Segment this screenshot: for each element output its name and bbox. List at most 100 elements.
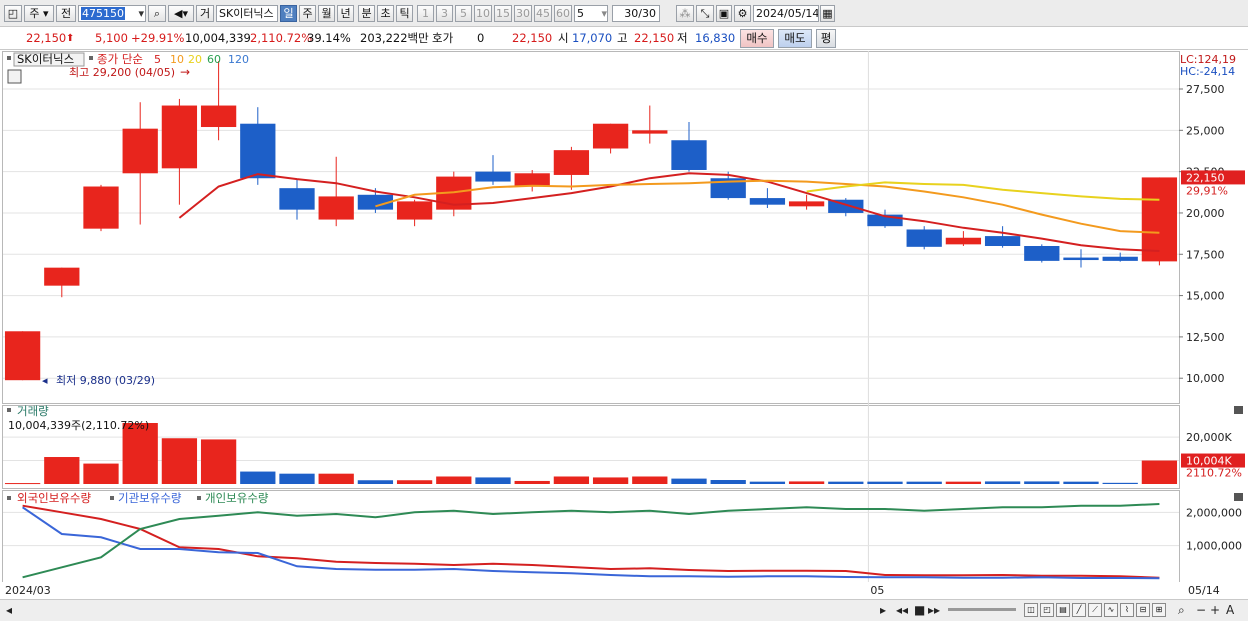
minute-5-button[interactable]: 5 xyxy=(455,5,472,22)
period-tick-tab[interactable]: 틱 xyxy=(396,5,413,22)
minute-30-button[interactable]: 30 xyxy=(514,5,532,22)
eval-button[interactable]: 평 xyxy=(816,29,836,48)
high-note-arrow-icon: → xyxy=(180,65,190,79)
volume-bar xyxy=(671,478,707,484)
volume-bar xyxy=(710,480,746,484)
period-month-tab[interactable]: 월 xyxy=(318,5,335,22)
tool-1-icon[interactable]: ◫ xyxy=(1024,603,1038,617)
rewind-icon[interactable]: ◂◂ xyxy=(896,603,908,617)
volume-bar xyxy=(553,476,590,484)
quote-bar: 22,150 ⬆ 5,100 +29.91% 10,004,339 2,110.… xyxy=(0,27,1248,50)
tool-4-icon[interactable]: ╱ xyxy=(1072,603,1086,617)
candle-body xyxy=(279,188,315,210)
save-icon[interactable]: ▣ xyxy=(716,5,732,22)
minute-45-button[interactable]: 45 xyxy=(534,5,552,22)
low-note-arrow-icon: ◂ xyxy=(42,374,48,387)
calendar-icon[interactable]: ▦ xyxy=(820,5,835,22)
candle-body xyxy=(984,236,1021,247)
indicator-table-icon[interactable] xyxy=(7,69,22,84)
current-pct-label: 29,91% xyxy=(1186,184,1228,197)
stock-name-field: SK이터닉스 xyxy=(216,5,278,22)
data-count-field[interactable]: 30/30 xyxy=(612,5,660,22)
x-axis-strip xyxy=(2,582,1246,599)
chart-area[interactable]: 27,50025,00022,50020,00017,50015,00012,5… xyxy=(0,51,1248,599)
candle-body xyxy=(200,105,237,128)
scroll-right-icon[interactable]: ▸ xyxy=(880,603,886,617)
period-all-button[interactable]: 전 xyxy=(56,5,76,22)
period-year-tab[interactable]: 년 xyxy=(337,5,354,22)
period-day-tab[interactable]: 일 xyxy=(280,5,297,22)
stop-icon[interactable]: ■ xyxy=(914,603,925,617)
volume-bar xyxy=(1102,482,1138,484)
period-main-select[interactable]: 주 ▾ xyxy=(24,5,54,22)
high-price: 22,150 xyxy=(634,31,675,45)
tool-2-icon[interactable]: ◰ xyxy=(1040,603,1054,617)
stock-code-input[interactable]: 475150 ▾ xyxy=(78,5,146,22)
low-price: 16,830 xyxy=(695,31,736,45)
price-tick-label: 15,000 xyxy=(1186,290,1225,303)
volume-panel-close-icon[interactable] xyxy=(1234,406,1243,414)
volume-bar xyxy=(1141,460,1178,484)
minute-15-button[interactable]: 15 xyxy=(494,5,512,22)
fast-forward-icon[interactable]: ▸▸ xyxy=(928,603,940,617)
chart-scrollbar[interactable]: ◂ ▸ ◂◂ ■ ▸▸ ◫ ◰ ▤ ╱ ⟋ ∿ ⌇ ⊟ ⊞ ⌕ − + A xyxy=(0,599,1248,621)
link-icon[interactable]: ⁂ xyxy=(676,5,694,22)
zoom-search-icon[interactable]: ⌕ xyxy=(1178,603,1185,617)
ma-title: 종가 단순 xyxy=(97,52,143,66)
minute-3-button[interactable]: 3 xyxy=(436,5,453,22)
volume-note: 10,004,339주(2,110.72%) xyxy=(8,419,149,432)
zoom-in-icon[interactable]: + xyxy=(1210,603,1220,617)
ma-20-label: 20 xyxy=(188,53,202,66)
zoom-out-icon[interactable]: − xyxy=(1196,603,1206,617)
tool-6-icon[interactable]: ∿ xyxy=(1104,603,1118,617)
candle-body xyxy=(475,171,511,182)
price-tick-label: 12,500 xyxy=(1186,331,1225,344)
volume-current-pct: 2110.72% xyxy=(1186,467,1242,480)
crosshair-icon[interactable]: ⤡ xyxy=(696,5,714,22)
tool-7-icon[interactable]: ⌇ xyxy=(1120,603,1134,617)
candles xyxy=(4,60,1178,381)
candle-body xyxy=(122,128,158,174)
sell-button[interactable]: 매도 xyxy=(778,29,812,48)
period-week-tab[interactable]: 주 xyxy=(299,5,316,22)
low-note: 최저 9,880 (03/29) xyxy=(56,374,155,387)
tool-3-icon[interactable]: ▤ xyxy=(1056,603,1070,617)
volume-bar xyxy=(200,439,237,484)
gear-icon[interactable]: ⚙ xyxy=(734,5,751,22)
candle-body xyxy=(240,123,276,179)
search-icon[interactable]: ⌕ xyxy=(148,5,166,22)
volume-bar xyxy=(984,481,1021,484)
zoom-slider[interactable] xyxy=(948,608,1016,611)
volume-bar xyxy=(240,471,276,484)
scroll-left-icon[interactable]: ◂ xyxy=(6,603,12,617)
volume-bar xyxy=(396,480,433,484)
period-minute-tab[interactable]: 분 xyxy=(358,5,375,22)
speaker-icon[interactable]: ◀▾ xyxy=(168,5,194,22)
volume-bar xyxy=(945,481,982,484)
minute-10-button[interactable]: 10 xyxy=(474,5,492,22)
period-second-tab[interactable]: 초 xyxy=(377,5,394,22)
candle-body xyxy=(553,150,590,175)
holding-panel-close-icon[interactable] xyxy=(1234,493,1243,501)
font-size-icon[interactable]: A xyxy=(1226,603,1234,617)
turnover-rate: 39.14% xyxy=(307,31,351,45)
holding-line-2 xyxy=(22,503,1160,579)
current-price: 22,150 xyxy=(26,31,67,45)
trade-label-button[interactable]: 거 xyxy=(196,5,214,22)
minute-select[interactable]: 5 ▾ xyxy=(574,5,608,22)
price-change: 5,100 xyxy=(95,31,128,45)
holding-panel-marker-icon xyxy=(7,496,11,500)
minute-60-button[interactable]: 60 xyxy=(554,5,572,22)
price-tick-label: 17,500 xyxy=(1186,248,1225,261)
tool-9-icon[interactable]: ⊞ xyxy=(1152,603,1166,617)
buy-button[interactable]: 매수 xyxy=(740,29,774,48)
tool-8-icon[interactable]: ⊟ xyxy=(1136,603,1150,617)
candle-body xyxy=(749,198,786,205)
price-tick-label: 25,000 xyxy=(1186,124,1225,137)
layout-icon[interactable]: ◰ xyxy=(4,5,22,22)
tool-5-icon[interactable]: ⟋ xyxy=(1088,603,1102,617)
stock-code-value: 475150 xyxy=(81,7,125,20)
date-field[interactable]: 2024/05/14 xyxy=(753,5,819,22)
minute-1-button[interactable]: 1 xyxy=(417,5,434,22)
volume-bar xyxy=(318,473,354,484)
